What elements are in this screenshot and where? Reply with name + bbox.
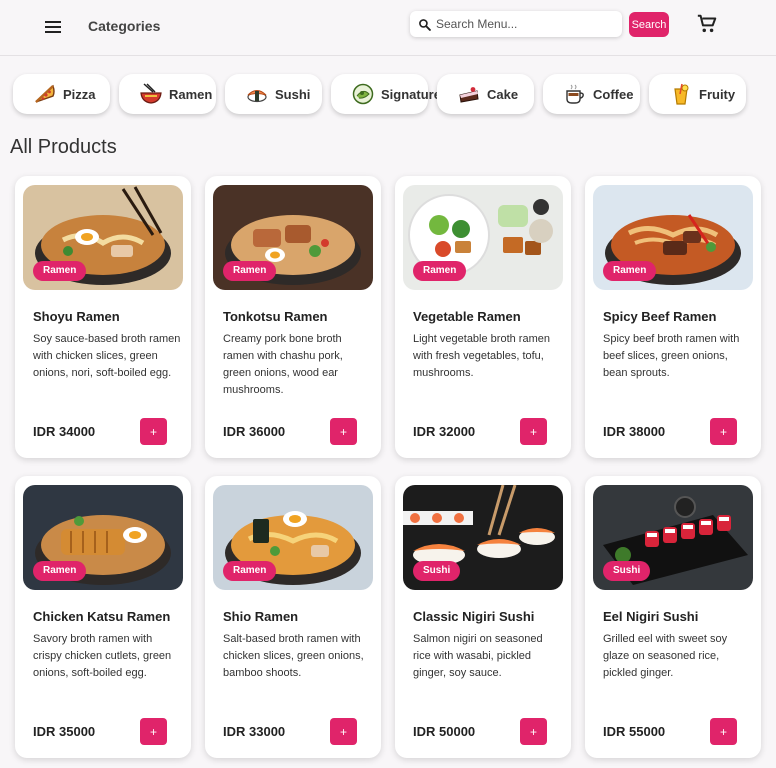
product-description: Creamy pork bone broth ramen with chashu… (223, 333, 343, 396)
category-chip-sushi[interactable]: Sushi (225, 74, 322, 114)
category-badge: Sushi (413, 561, 461, 581)
product-price: IDR 38000 (603, 424, 666, 439)
product-name: Spicy Beef Ramen (603, 309, 717, 324)
product-card[interactable]: Ramen Tonkotsu Ramen Creamy pork bone brot… (205, 176, 381, 458)
product-description: Salmon nigiri on seasoned rice with wasa… (413, 633, 543, 679)
sushi-icon (245, 82, 269, 106)
pizza-icon (33, 82, 57, 106)
product-card[interactable]: Ramen Shio Ramen Salt-based broth ramen wi… (205, 476, 381, 758)
category-chip-pizza[interactable]: Pizza (13, 74, 110, 114)
product-name: Tonkotsu Ramen (223, 309, 328, 324)
search-button[interactable]: Search (629, 12, 669, 37)
category-chip-label: Sushi (275, 86, 311, 102)
product-description: Grilled eel with sweet soy glaze on seas… (603, 633, 728, 679)
product-price: IDR 36000 (223, 424, 286, 439)
fruity-icon (669, 82, 693, 106)
product-name: Chicken Katsu Ramen (33, 609, 171, 624)
product-name: Classic Nigiri Sushi (413, 609, 535, 624)
product-price: IDR 55000 (603, 724, 666, 739)
category-chip-cake[interactable]: Cake (437, 74, 534, 114)
product-name: Vegetable Ramen (413, 309, 521, 324)
coffee-icon (563, 82, 587, 106)
category-chip-bar: Pizza Ramen Sushi Signature Cake Coffee Fruity (13, 74, 746, 114)
category-chip-signature[interactable]: Signature (331, 74, 441, 114)
menu-icon[interactable] (42, 16, 64, 38)
add-to-cart-button[interactable]: + (520, 418, 547, 445)
category-chip-ramen[interactable]: Ramen (119, 74, 216, 114)
category-badge: Ramen (33, 261, 87, 281)
category-badge: Ramen (413, 261, 467, 281)
add-to-cart-button[interactable]: + (330, 718, 357, 745)
product-price: IDR 50000 (413, 724, 476, 739)
category-chip-label: Signature (381, 86, 441, 102)
product-card[interactable]: Ramen Shoyu Ramen Soy sauce-based broth ra… (15, 176, 191, 458)
product-description: Spicy beef broth ramen with beef slices,… (603, 333, 740, 379)
category-chip-fruity[interactable]: Fruity (649, 74, 746, 114)
product-card[interactable]: Sushi Classic Nigiri Sushi Salmon nigiri o… (395, 476, 571, 758)
product-price: IDR 35000 (33, 724, 96, 739)
product-name: Eel Nigiri Sushi (603, 609, 699, 624)
section-title: All Products (10, 136, 117, 158)
category-chip-label: Pizza (63, 86, 96, 102)
product-name: Shio Ramen (223, 609, 299, 624)
product-description: Salt-based broth ramen with chicken slic… (223, 633, 364, 679)
add-to-cart-button[interactable]: + (520, 718, 547, 745)
search-input[interactable] (436, 17, 606, 31)
ramen-icon (139, 82, 163, 106)
page-title: Categories (88, 18, 161, 34)
category-chip-label: Coffee (593, 86, 634, 102)
add-to-cart-button[interactable]: + (710, 718, 737, 745)
product-description: Light vegetable broth ramen with fresh v… (413, 333, 550, 379)
add-to-cart-button[interactable]: + (710, 418, 737, 445)
add-to-cart-button[interactable]: + (140, 418, 167, 445)
category-badge: Ramen (223, 261, 277, 281)
search-field[interactable] (410, 11, 622, 37)
product-card[interactable]: Ramen Vegetable Ramen Light vegetable brot… (395, 176, 571, 458)
product-card[interactable]: Ramen Chicken Katsu Ramen Savory broth ram… (15, 476, 191, 758)
product-price: IDR 34000 (33, 424, 96, 439)
product-description: Soy sauce-based broth ramen with chicken… (33, 333, 181, 379)
add-to-cart-button[interactable]: + (330, 418, 357, 445)
app-header: Categories Search (0, 0, 776, 56)
category-chip-label: Fruity (699, 86, 736, 102)
category-chip-label: Cake (487, 86, 519, 102)
signature-icon (351, 82, 375, 106)
category-badge: Ramen (603, 261, 657, 281)
category-badge: Sushi (603, 561, 651, 581)
product-name: Shoyu Ramen (33, 309, 120, 324)
product-card[interactable]: Ramen Spicy Beef Ramen Spicy beef broth ra… (585, 176, 761, 458)
product-price: IDR 33000 (223, 724, 286, 739)
category-chip-coffee[interactable]: Coffee (543, 74, 640, 114)
product-grid: Ramen Shoyu Ramen Soy sauce-based broth ra… (15, 176, 761, 758)
search-icon (419, 18, 431, 31)
add-to-cart-button[interactable]: + (140, 718, 167, 745)
category-badge: Ramen (223, 561, 277, 581)
product-price: IDR 32000 (413, 424, 476, 439)
product-card[interactable]: Sushi Eel Nigiri Sushi Grilled eel with sw… (585, 476, 761, 758)
category-badge: Ramen (33, 561, 87, 581)
product-description: Savory broth ramen with crispy chicken c… (33, 633, 172, 679)
cake-icon (457, 82, 481, 106)
category-chip-label: Ramen (169, 86, 213, 102)
cart-icon[interactable] (696, 13, 718, 35)
